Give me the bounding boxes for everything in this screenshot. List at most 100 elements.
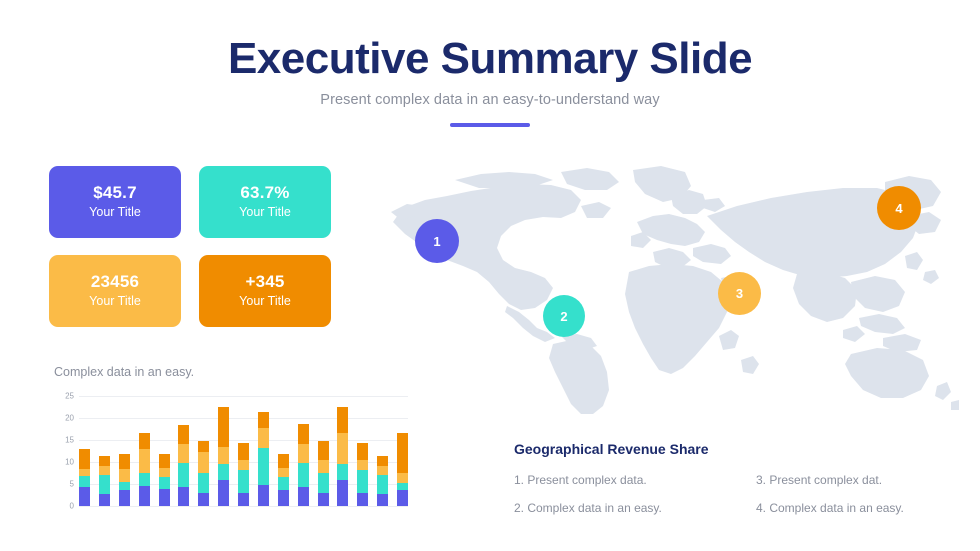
kpi-card-1[interactable]: $45.7 Your Title [49,166,181,238]
chart-bar-segment [79,487,90,506]
chart-bar-segment [317,473,329,493]
chart-bar-segment [277,453,289,469]
chart-bar-segment [79,469,90,476]
chart-bar-segment [337,407,349,433]
chart-bar[interactable] [337,407,349,506]
chart-bar-segment [377,455,389,466]
slide-header: Executive Summary Slide Present complex … [0,34,980,128]
chart-bar[interactable] [238,443,249,506]
chart-bar[interactable] [357,443,369,506]
kpi-card-3[interactable]: 23456 Your Title [49,255,181,327]
chart-bar-segment [238,470,249,493]
chart-bar-segment [238,443,249,461]
page-title: Executive Summary Slide [227,34,753,83]
chart-bar[interactable] [397,432,408,506]
page-subtitle: Present complex data in an easy-to-under… [320,92,660,109]
chart-bar[interactable] [79,448,90,506]
chart-bar-segment [98,456,110,466]
map-marker-3[interactable]: 3 [718,272,761,315]
chart-bar[interactable] [297,424,309,506]
chart-bar[interactable] [277,453,289,506]
chart-bar-segment [297,486,309,506]
chart-bar-segment [357,459,369,471]
chart-bar-segment [297,463,309,487]
chart-bar-segment [377,494,389,506]
chart-bar[interactable] [377,455,389,506]
map-legend: Geographical Revenue Share 1. Present co… [514,441,944,515]
chart-bar-segment [118,481,130,490]
chart-bar-segment [198,451,210,474]
world-map [391,166,959,414]
chart-bar-segment [277,476,289,490]
map-legend-items: 1. Present complex data. 3. Present compl… [514,473,944,515]
chart-bar[interactable] [178,424,190,506]
chart-bar-segment [238,460,249,471]
kpi-label: Your Title [89,294,141,309]
chart-bar-segment [198,492,210,506]
map-legend-item: 1. Present complex data. [514,473,647,487]
chart-bar-segment [397,482,408,491]
chart-bar-segment [178,443,190,464]
chart-bar-segment [118,469,130,482]
map-marker-4[interactable]: 4 [877,186,921,230]
chart-bar[interactable] [257,412,269,506]
chart-bar-segment [317,492,329,506]
map-marker-1[interactable]: 1 [415,219,459,263]
kpi-card-2[interactable]: 63.7% Your Title [199,166,331,238]
chart-bar-segment [238,492,249,506]
kpi-card-4[interactable]: +345 Your Title [199,255,331,327]
chart-bar-segment [257,448,269,486]
chart-bars [79,396,408,506]
chart-bar-segment [158,453,170,469]
chart-section: Complex data in an easy. 25 20 15 10 5 0 [52,365,412,522]
chart-bar-segment [138,448,150,474]
chart-bar-segment [218,480,230,506]
executive-summary-slide: Executive Summary Slide Present complex … [0,0,980,551]
chart-bar-segment [218,407,230,447]
chart-bar-segment [277,468,289,477]
chart-bar-segment [357,470,369,493]
kpi-card-grid: $45.7 Your Title 63.7% Your Title 23456 Your … [49,166,331,327]
chart-bar-segment [377,475,389,495]
chart-caption: Complex data in an easy. [54,365,195,379]
chart-bar[interactable] [317,440,329,506]
kpi-value: +345 [245,271,285,291]
chart-bar-segment [297,424,309,444]
chart-bar-segment [297,443,309,464]
kpi-label: Your Title [239,205,291,220]
chart-bar-segment [158,477,170,490]
map-marker-2[interactable]: 2 [543,295,585,337]
chart-bar-segment [98,493,110,506]
chart-y-axis: 25 20 15 10 5 0 [52,392,74,511]
chart-bar-segment [98,474,110,494]
bar-chart: 25 20 15 10 5 0 [52,392,408,522]
chart-bar[interactable] [118,453,130,506]
y-axis-tick: 0 [69,501,74,511]
chart-bar-segment [257,428,269,449]
chart-bar-segment [357,492,369,506]
kpi-value: 23456 [90,271,140,291]
chart-bar-segment [257,412,269,429]
chart-bar-segment [337,432,349,464]
chart-bar-segment [317,440,329,461]
chart-bar-segment [138,432,150,449]
chart-bar[interactable] [218,407,230,506]
chart-bar-segment [397,432,408,474]
chart-bar-segment [98,465,110,475]
chart-bar-segment [118,453,130,470]
chart-bar-segment [138,473,150,486]
chart-bar-segment [138,485,150,506]
kpi-value: $45.7 [93,182,137,202]
title-accent-bar [450,123,530,128]
chart-bar[interactable] [158,453,170,506]
chart-bar-segment [257,485,269,506]
chart-bar-segment [337,463,349,481]
chart-bar[interactable] [138,432,150,506]
map-legend-item: 3. Present complex dat. [756,473,883,487]
chart-bar[interactable] [98,456,110,506]
chart-bar[interactable] [198,440,210,506]
chart-bar-segment [178,424,190,444]
map-section: 1 2 3 4 [385,160,960,415]
chart-bar-segment [79,475,90,488]
chart-plot-area [79,396,408,507]
